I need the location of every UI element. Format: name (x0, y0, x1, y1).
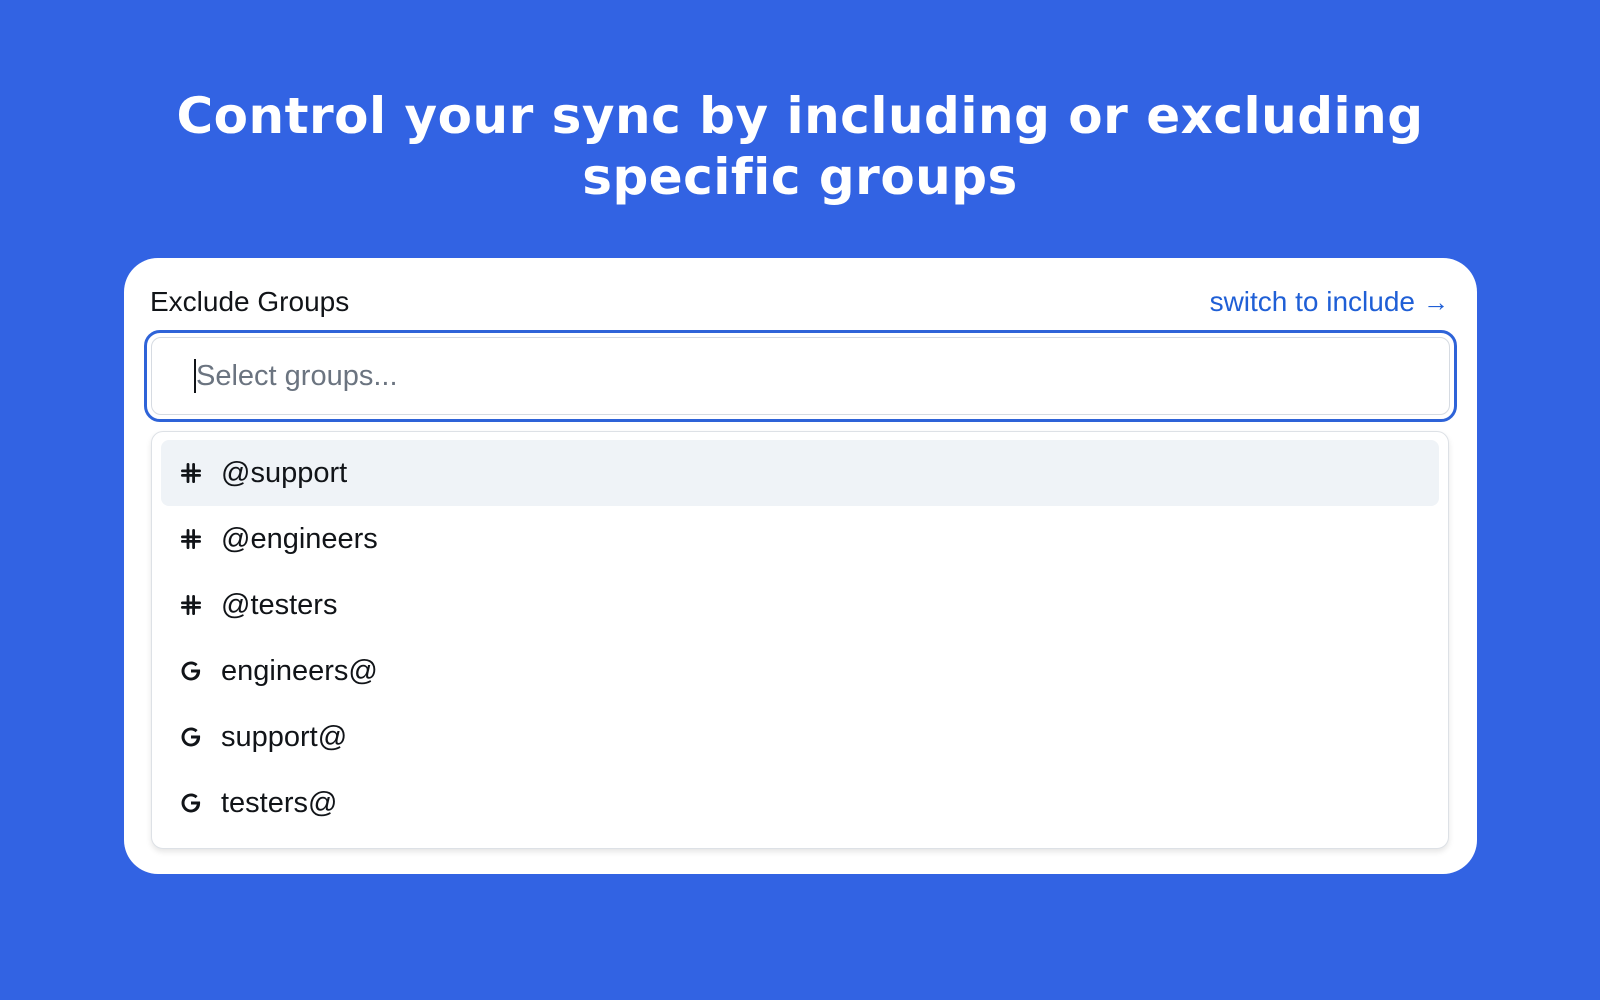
group-select-input-focus-ring (144, 330, 1457, 422)
page: Control your sync by including or exclud… (0, 0, 1600, 1000)
group-options-dropdown: @support @engineers @testers engineers@ … (151, 431, 1449, 849)
slack-icon (177, 525, 205, 553)
slack-icon (177, 459, 205, 487)
option-label: @support (221, 456, 348, 489)
headline-line-2: specific groups (582, 148, 1018, 206)
switch-to-include-link[interactable]: switch to include → (1210, 286, 1449, 318)
slack-icon (177, 591, 205, 619)
headline-line-1: Control your sync by including or exclud… (176, 87, 1424, 145)
picker-header: Exclude Groups switch to include → (150, 286, 1449, 318)
option-label: @testers (221, 588, 338, 621)
option-label: testers@ (221, 786, 338, 819)
option-google-engineers[interactable]: engineers@ (161, 638, 1439, 704)
group-filter-card: Exclude Groups switch to include → Selec… (124, 258, 1477, 874)
google-icon (177, 657, 205, 685)
option-label: engineers@ (221, 654, 378, 687)
arrow-right-icon: → (1423, 286, 1449, 317)
switch-link-label: switch to include (1209, 286, 1415, 317)
option-label: @engineers (221, 522, 378, 555)
option-label: support@ (221, 720, 348, 753)
headline: Control your sync by including or exclud… (0, 86, 1600, 208)
picker-label: Exclude Groups (150, 286, 350, 317)
option-slack-support[interactable]: @support (161, 440, 1439, 506)
google-icon (177, 723, 205, 751)
option-google-testers[interactable]: testers@ (161, 770, 1439, 836)
option-google-support[interactable]: support@ (161, 704, 1439, 770)
group-search-input[interactable] (194, 358, 1449, 394)
group-select-field[interactable] (151, 337, 1450, 415)
option-slack-testers[interactable]: @testers (161, 572, 1439, 638)
google-icon (177, 789, 205, 817)
option-slack-engineers[interactable]: @engineers (161, 506, 1439, 572)
